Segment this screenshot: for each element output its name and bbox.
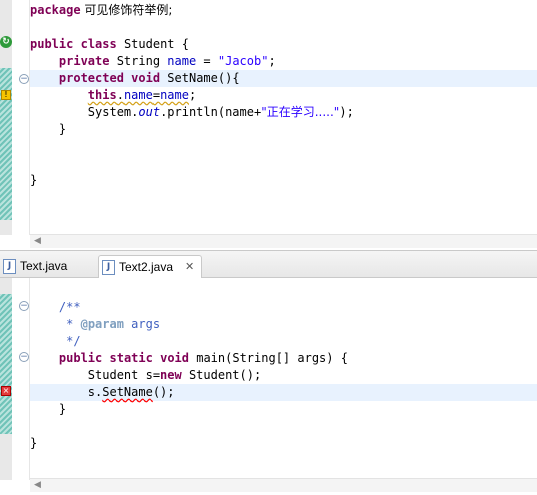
package-name: 可见修饰符举例; — [80, 3, 173, 17]
code-line-doc-param[interactable]: * @param args — [30, 316, 160, 333]
error-marker-icon[interactable]: × — [1, 386, 11, 396]
scroll-left-icon[interactable]: ◀ — [34, 236, 41, 246]
java-file-icon: J — [102, 260, 115, 275]
string-literal: "Jacob" — [217, 54, 269, 68]
fold-collapse-icon[interactable]: − — [19, 352, 29, 362]
editor-tab-bar: J Text.java J Text2.java ✕ — [0, 250, 537, 279]
code-line-field[interactable]: private String name = "Jacob"; — [30, 53, 276, 70]
keyword: class — [80, 37, 117, 51]
static-field: out — [138, 105, 161, 119]
operator: = — [196, 54, 218, 68]
code-line-method-decl[interactable]: protected void SetName(){ — [30, 70, 240, 87]
keyword: this — [87, 88, 117, 102]
keyword: public — [58, 351, 103, 365]
code-line-close-class[interactable]: } — [30, 172, 37, 189]
operator: = — [152, 88, 161, 102]
keyword: private — [58, 54, 110, 68]
declaration: Student s= — [87, 368, 161, 382]
dot: . — [116, 88, 124, 102]
tab-label: Text2.java — [119, 260, 174, 274]
override-icon[interactable]: ↻ — [0, 36, 12, 48]
javadoc-comment: args — [123, 317, 161, 331]
javadoc-comment: */ — [58, 334, 81, 348]
call-end: (); — [152, 385, 175, 399]
horizontal-scrollbar[interactable]: ◀ — [30, 478, 537, 492]
class-ref: System. — [87, 105, 139, 119]
bottom-editor-pane[interactable]: × − − /** * @param args */ public static… — [0, 278, 537, 495]
javadoc-comment: * — [58, 317, 81, 331]
closing-brace: } — [30, 436, 38, 450]
horizontal-scrollbar[interactable]: ◀ — [30, 234, 537, 248]
field-name: name — [123, 88, 153, 102]
method-call: .println(name+ — [160, 105, 262, 119]
type-name: String — [109, 54, 168, 68]
code-line-doc-open[interactable]: /** — [30, 299, 81, 316]
code-line-close-method[interactable]: } — [30, 401, 66, 418]
field-name: name — [160, 88, 189, 102]
constructor-call: Student(); — [181, 368, 262, 382]
semicolon: ; — [268, 54, 276, 68]
javadoc-comment: /** — [58, 300, 81, 314]
code-line-close-method[interactable]: } — [30, 121, 66, 138]
closing-brace: } — [30, 173, 38, 187]
keyword: new — [160, 368, 182, 382]
keyword: void — [160, 351, 189, 365]
tab-label: Text.java — [20, 259, 68, 273]
scroll-left-icon[interactable]: ◀ — [34, 480, 41, 490]
code-line-package[interactable]: package 可见修饰符举例; — [30, 2, 172, 19]
call-end: ); — [339, 105, 354, 119]
code-line-class-decl[interactable]: public class Student { — [30, 36, 189, 53]
code-line-doc-close[interactable]: */ — [30, 333, 81, 350]
class-name: Student { — [116, 37, 189, 51]
warning-marker-icon[interactable]: ! — [1, 90, 11, 100]
closing-brace: } — [58, 122, 67, 136]
fold-collapse-icon[interactable]: − — [19, 74, 29, 84]
code-line-assignment[interactable]: this.name=name; — [30, 87, 196, 104]
close-icon[interactable]: ✕ — [185, 256, 194, 278]
semicolon: ; — [188, 88, 197, 102]
keyword: protected — [58, 71, 124, 85]
method-signature: main(String[] args) { — [189, 351, 348, 365]
closing-brace: } — [58, 402, 67, 416]
field-name: name — [167, 54, 197, 68]
keyword: public — [30, 37, 74, 51]
fold-collapse-icon[interactable]: − — [19, 301, 29, 311]
method-name-error: SetName — [102, 385, 153, 399]
code-line-declaration[interactable]: Student s=new Student(); — [30, 367, 261, 384]
top-editor-pane[interactable]: ↻ ! − package 可见修饰符举例; public class Stud… — [0, 0, 537, 250]
overview-ruler — [0, 278, 12, 480]
ruler-hatch — [0, 294, 12, 434]
code-line-close-class[interactable]: } — [30, 435, 37, 452]
tab-text2-java[interactable]: J Text2.java ✕ — [98, 255, 202, 279]
string-literal: "正在学习....." — [261, 105, 340, 119]
javadoc-tag: @param — [80, 317, 124, 331]
code-line-println[interactable]: System.out.println(name+"正在学习....."); — [30, 104, 354, 121]
object-ref: s. — [87, 385, 103, 399]
code-line-method-call[interactable]: s.SetName(); — [30, 384, 175, 401]
java-file-icon: J — [3, 259, 16, 274]
keyword: static — [109, 351, 153, 365]
keyword: void — [131, 71, 161, 85]
tab-text-java[interactable]: J Text.java — [0, 255, 92, 279]
keyword: package — [30, 3, 81, 17]
method-signature: SetName(){ — [160, 71, 240, 85]
code-line-main-decl[interactable]: public static void main(String[] args) { — [30, 350, 348, 367]
